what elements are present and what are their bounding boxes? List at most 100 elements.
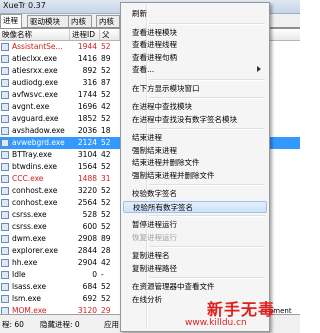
process-name: AssistantSe... [12,42,63,51]
process-name: avguard.exe [12,114,59,123]
process-pid: 1564 [77,162,97,171]
menu-item: 恢复进程运行 [123,232,267,244]
process-name: atieclxx.exe [12,54,58,63]
menu-item-label: 结束进程 [132,133,162,142]
menu-item[interactable]: 复制进程名 [123,250,267,262]
process-name: avwebgrd.exe [12,138,65,147]
tab-process[interactable]: 进程 [0,14,22,28]
menu-separator [149,128,265,130]
menu-item[interactable]: 校验所有数字签名 [123,200,267,213]
menu-item[interactable]: 查看进程线程 [123,39,267,51]
process-icon [1,223,9,231]
context-menu: 刷新 查看进程模块 查看进程线程 查看进程句柄 查看... 在下方显示模块窗口 在进程中查找… [120,2,270,332]
menu-item-label: 强制结束进程 [132,145,177,155]
process-icon [1,283,9,291]
process-ppid: 42 [101,102,111,111]
menu-item[interactable]: 强制结束进程 [123,145,267,157]
menu-item-label: 查看进程模块 [132,27,177,37]
menu-item-label: 恢复进程运行 [132,232,177,242]
tab-driver-modules[interactable]: 驱动模块 [27,15,71,27]
process-name: btwdins.exe [12,162,58,171]
process-ppid: 31 [101,174,111,183]
hidden-process-count: 隐藏进程: 0 [40,320,80,329]
process-ppid: 52 [101,282,111,291]
menu-separator [149,277,265,279]
menu-separator [149,246,265,248]
menu-item[interactable]: 查看进程模块 [123,27,267,39]
process-icon [1,175,9,183]
process-pid: 1852 [77,114,97,123]
process-ppid: 52 [101,198,111,207]
process-icon [1,235,9,243]
process-icon [1,67,9,75]
menu-separator [149,184,265,186]
column-header-name[interactable]: 映像名称 [0,29,70,40]
menu-item[interactable]: 强制结束进程并删除文件 [123,170,267,182]
menu-item[interactable]: 在进程中查找没有数字签名模块 [123,114,267,126]
menu-item-label: 查看进程句柄 [132,52,177,62]
process-ppid: 52 [101,162,111,171]
process-ppid: 89 [101,234,111,243]
menu-item-label: 在进程中查找模块 [132,102,192,111]
menu-item-label: 在进程中查找没有数字签名模块 [132,114,237,124]
process-ppid: 18 [101,126,111,135]
menu-item-label: 暂停进程运行 [132,220,177,229]
process-name: conhost.exe [12,198,58,207]
tab-kernel-2[interactable]: 内核 [96,15,120,27]
process-name: CCC.exe [12,174,44,183]
menu-item[interactable]: 查看进程句柄 [123,52,267,64]
menu-item-label: 在下方显示模块窗口 [132,83,200,93]
process-icon [1,79,9,87]
process-pid: 1944 [77,42,97,51]
menu-item-label: 刷新 [132,9,147,18]
process-name: avgnt.exe [12,102,50,111]
process-icon [1,139,9,147]
process-pid: 316 [82,78,97,87]
menu-item[interactable]: 在下方显示模块窗口 [123,83,267,95]
process-pid: 2124 [77,138,97,147]
process-ppid: 52 [101,186,111,195]
process-ppid: 52 [101,66,111,75]
process-name: avshadow.exe [12,126,65,135]
process-name: hh.exe [12,258,38,267]
process-ppid: 42 [101,150,111,159]
process-pid: 1696 [77,102,97,111]
process-name: csrss.exe [12,210,47,219]
process-name: audiodg.exe [12,78,58,87]
menu-item[interactable]: 在进程中查找模块 [123,101,267,113]
process-ppid: 52 [101,210,111,219]
menu-item[interactable]: 结束进程 [123,132,267,144]
process-pid: 2036 [77,126,97,135]
menu-item-label: 校验所有数字签名 [133,202,193,212]
menu-item[interactable]: 结束进程并删除文件 [123,157,267,169]
menu-separator [149,215,265,217]
window-title: XueTr 0.37 [3,1,46,10]
menu-item[interactable]: 刷新 [123,8,267,20]
process-name: conhost.exe [12,186,58,195]
menu-item[interactable]: 暂停进程运行 [123,219,267,231]
process-ppid: 52 [101,90,111,99]
menu-item[interactable]: 在资源管理器中查看文件 [123,281,267,293]
menu-item[interactable]: 复制进程路径 [123,263,267,275]
process-icon [1,103,9,111]
watermark: 新手无毒 www.killdu.cn [185,296,297,332]
column-header-ppid[interactable]: 父 [100,29,120,40]
menu-separator [149,97,265,99]
process-pid: 684 [82,282,97,291]
process-pid: 2908 [77,234,97,243]
column-header-pid[interactable]: 进程ID [70,29,100,40]
process-pid: 2904 [77,258,97,267]
menu-item[interactable]: 查看... [123,64,267,76]
process-pid: 692 [82,294,97,303]
process-icon [1,115,9,123]
menu-item[interactable]: 校验数字签名 [123,188,267,200]
watermark-url: www.killdu.cn [185,318,247,328]
process-pid: 1744 [77,90,97,99]
process-pid: 600 [82,222,97,231]
process-ppid: 52 [101,42,111,51]
tab-kernel[interactable]: 内核 [68,15,92,27]
menu-item-label: 复制进程路径 [132,263,177,273]
process-icon [1,127,9,135]
process-name: lsass.exe [12,282,47,291]
watermark-title: 新手无毒 [207,300,276,319]
